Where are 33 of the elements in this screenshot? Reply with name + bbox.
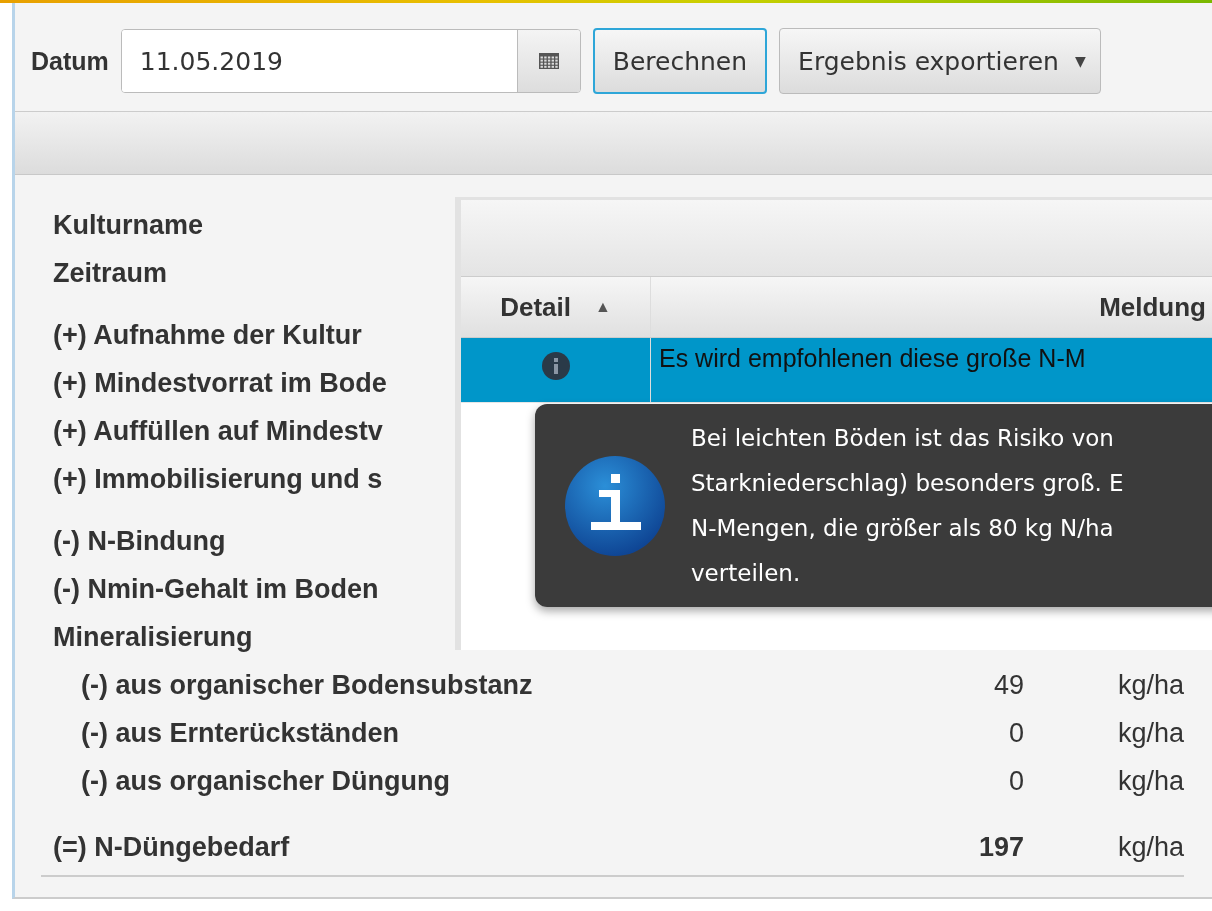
column-header[interactable]: Detail ▲ bbox=[461, 277, 651, 337]
row-label: (-) aus organischer Bodensubstanz bbox=[80, 669, 533, 701]
row-label: (+) Mindestvorrat im Bode bbox=[53, 367, 387, 399]
message-text: Es wird empfohlenen diese große N-M bbox=[659, 344, 1086, 373]
field-label: Zeitraum bbox=[53, 257, 168, 289]
row-label: (-) aus Ernterückständen bbox=[80, 717, 400, 749]
info-icon bbox=[563, 453, 667, 558]
total-label: (=) N-Düngebedarf bbox=[53, 831, 290, 863]
row-label: Mineralisierung bbox=[53, 621, 253, 653]
row-value: 0 bbox=[1007, 765, 1024, 797]
table-row[interactable]: Es wird empfohlenen diese große N-M bbox=[461, 338, 1212, 403]
info-icon bbox=[541, 352, 570, 380]
calendar-icon[interactable] bbox=[538, 53, 559, 69]
unit-label: kg/ha bbox=[1116, 831, 1184, 863]
row-value: 0 bbox=[1007, 717, 1024, 749]
total-value: 197 bbox=[977, 831, 1024, 863]
row-label: (+) Immobilisierung und s bbox=[53, 463, 383, 495]
export-dropdown-button[interactable]: Ergebnis exportieren ▼ bbox=[779, 28, 1101, 94]
column-header[interactable]: Meldung bbox=[651, 277, 1212, 337]
date-label: Datum bbox=[31, 46, 109, 76]
row-label: (-) N-Bindung bbox=[53, 525, 226, 557]
unit-label: kg/ha bbox=[1116, 765, 1184, 797]
row-value: 49 bbox=[992, 669, 1024, 701]
field-label: Kulturname bbox=[53, 209, 204, 241]
calculate-button[interactable]: Berechnen bbox=[592, 28, 768, 94]
unit-label: kg/ha bbox=[1116, 717, 1184, 749]
tooltip-text: Bei leichten Böden ist das Risiko von Starkniederschlag) besonders groß. E N-Mengen, die größer als 80 kg N/ha verteilen. bbox=[691, 423, 1124, 588]
row-label: (+) Aufnahme der Kultur bbox=[53, 319, 362, 351]
row-label: (-) aus organischer Düngung bbox=[80, 765, 450, 797]
date-field[interactable]: 11.05.2019 bbox=[120, 29, 581, 93]
unit-label: kg/ha bbox=[1116, 669, 1184, 701]
row-label: (-) Nmin-Gehalt im Boden bbox=[53, 573, 379, 605]
row-label: (+) Auffüllen auf Mindestv bbox=[53, 415, 383, 447]
